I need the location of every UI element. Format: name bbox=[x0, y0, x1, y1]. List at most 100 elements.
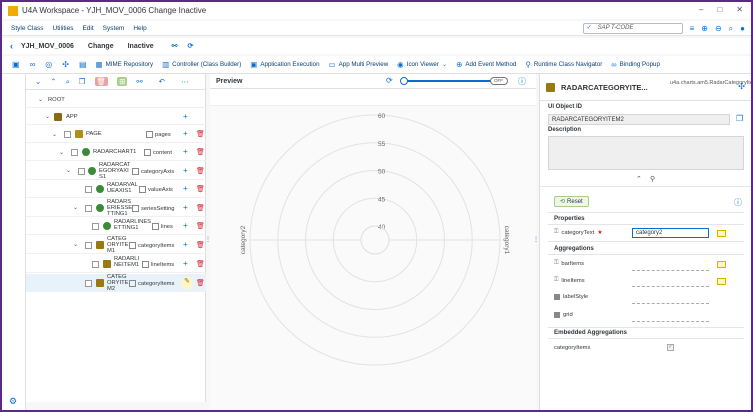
menu-edit[interactable]: Edit bbox=[82, 25, 93, 32]
save-icon[interactable]: ▤ bbox=[79, 60, 87, 69]
delete-selected-icon[interactable]: 🗑 bbox=[94, 77, 109, 86]
chevron-down-icon[interactable]: ⌄ bbox=[45, 113, 50, 120]
delete-icon[interactable]: 🗑 bbox=[196, 260, 205, 268]
pin-icon[interactable]: ✣ bbox=[738, 82, 745, 91]
tcode-input[interactable]: SAP T-CODE bbox=[582, 23, 683, 34]
menu-utilities[interactable]: Utilities bbox=[53, 25, 74, 32]
tree-checkbox[interactable] bbox=[64, 131, 71, 138]
delete-icon[interactable]: 🗑 bbox=[196, 185, 205, 193]
tree-row[interactable]: RADARLI NEITEM1 lineItems + 🗑 bbox=[26, 255, 206, 273]
zoom-slider-handle[interactable] bbox=[400, 77, 408, 85]
aggregation-value-line[interactable] bbox=[632, 270, 709, 271]
description-field[interactable] bbox=[548, 136, 744, 170]
add-child-icon[interactable]: + bbox=[183, 259, 188, 268]
user-icon[interactable]: ● bbox=[740, 24, 745, 33]
add-event-method-button[interactable]: ⊕ Add Event Method bbox=[456, 60, 516, 69]
tree-row[interactable]: RADARVAL UEAXIS1 valueAxis + 🗑 bbox=[26, 181, 206, 198]
binding-icon[interactable] bbox=[717, 230, 726, 237]
chevron-down-icon[interactable]: ⌄ bbox=[52, 131, 57, 138]
tree-row-selected[interactable]: CATEG ORYITE M2 categoryItems ✎ 🗑 bbox=[26, 274, 206, 292]
layout-icon[interactable]: ▣ bbox=[12, 60, 20, 69]
add-child-icon[interactable]: + bbox=[183, 112, 188, 121]
tree-checkbox[interactable] bbox=[78, 168, 85, 175]
search-icon[interactable]: ⌕ bbox=[729, 24, 733, 34]
menu-style-class[interactable]: Style Class bbox=[11, 25, 44, 32]
mime-repository-button[interactable]: ▦ MIME Repository bbox=[96, 60, 154, 69]
info-icon[interactable]: ⓘ bbox=[734, 197, 742, 208]
icon-viewer-button[interactable]: ◉ Icon Viewer ⌄ bbox=[397, 60, 447, 69]
tree-checkbox[interactable] bbox=[92, 261, 99, 268]
nav-menu-icon[interactable]: ≡ bbox=[690, 24, 695, 33]
back-button[interactable]: ‹ bbox=[10, 41, 13, 51]
reset-button[interactable]: ⟲ Reset bbox=[554, 196, 589, 207]
delete-icon[interactable]: 🗑 bbox=[196, 279, 205, 287]
help-icon[interactable]: ⓘ bbox=[518, 76, 526, 87]
delete-icon[interactable]: 🗑 bbox=[196, 167, 205, 175]
aggregation-value-line[interactable] bbox=[632, 321, 709, 322]
undo-icon[interactable]: ↶ bbox=[159, 77, 165, 86]
zoom-out-icon[interactable]: ⊖ bbox=[715, 24, 722, 33]
zoom-in-icon[interactable]: ⊕ bbox=[701, 24, 708, 33]
delete-icon[interactable]: 🗑 bbox=[196, 222, 205, 230]
tree-row[interactable]: ⌄ CATEG ORYITE M1 categoryItems + 🗑 bbox=[26, 236, 206, 254]
app-multi-preview-button[interactable]: ▭ App Multi Preview bbox=[329, 60, 389, 69]
runtime-class-navigator-button[interactable]: ⚲ Runtime Class Navigator bbox=[525, 60, 602, 69]
expand-all-icon[interactable]: ⌄ bbox=[35, 77, 41, 86]
chevron-down-icon[interactable]: ⌄ bbox=[73, 204, 78, 211]
minimize-button[interactable]: – bbox=[699, 5, 703, 14]
attach-icon[interactable]: ⚯ bbox=[136, 77, 142, 86]
aggregation-value-line[interactable] bbox=[632, 286, 709, 287]
menu-system[interactable]: System bbox=[103, 25, 125, 32]
delete-icon[interactable]: 🗑 bbox=[196, 241, 205, 249]
add-selected-icon[interactable]: ⊞ bbox=[117, 77, 128, 86]
add-child-icon[interactable]: + bbox=[183, 203, 188, 212]
category-text-input[interactable]: category2 bbox=[632, 228, 709, 238]
app-execution-button[interactable]: ▣ Application Execution bbox=[250, 60, 319, 69]
add-child-icon[interactable]: + bbox=[183, 147, 188, 156]
tree-checkbox[interactable] bbox=[92, 223, 99, 230]
ui-object-id-field[interactable]: RADARCATEGORYITEM2 bbox=[548, 114, 730, 125]
add-child-icon[interactable]: + bbox=[183, 221, 188, 230]
zoom-slider[interactable] bbox=[406, 80, 494, 82]
tree-row[interactable]: ⌄ APP + bbox=[26, 109, 206, 125]
link-icon[interactable]: ∞ bbox=[30, 60, 36, 69]
aggregation-value-line[interactable] bbox=[632, 303, 709, 304]
copy-id-icon[interactable]: ❐ bbox=[736, 114, 743, 123]
tree-checkbox[interactable] bbox=[85, 280, 92, 287]
tree-row[interactable]: ⌄ RADARS ERIESSE TTING1 seriesSetting + … bbox=[26, 199, 206, 217]
drag-cursor-icon[interactable]: ✎ bbox=[181, 277, 193, 289]
find-icon[interactable]: ⌕ bbox=[66, 77, 70, 87]
tree-checkbox[interactable] bbox=[85, 242, 92, 249]
add-child-icon[interactable]: + bbox=[183, 166, 188, 175]
collapse-icon[interactable]: ⌃ bbox=[636, 175, 642, 183]
binding-icon[interactable] bbox=[717, 278, 726, 285]
chevron-down-icon[interactable]: ⌄ bbox=[73, 241, 78, 248]
chevron-down-icon[interactable]: ⌄ bbox=[59, 149, 64, 156]
add-child-icon[interactable]: + bbox=[183, 240, 188, 249]
delete-icon[interactable]: 🗑 bbox=[196, 204, 205, 212]
refresh-icon[interactable]: ⟳ bbox=[386, 76, 393, 85]
maximize-button[interactable]: □ bbox=[717, 5, 722, 14]
chevron-down-icon[interactable]: ⌄ bbox=[66, 167, 71, 174]
tree-row[interactable]: ⌄ ROOT bbox=[26, 92, 206, 108]
tree-row[interactable]: RADARLINES ETTING1 lines + 🗑 bbox=[26, 218, 206, 235]
target-icon[interactable]: ◎ bbox=[45, 60, 52, 69]
collapse-all-icon[interactable]: ⌃ bbox=[50, 77, 56, 86]
delete-icon[interactable]: 🗑 bbox=[196, 148, 205, 156]
tree-row[interactable]: ⌄ RADARCHART1 content + 🗑 bbox=[26, 144, 206, 161]
refresh-icon[interactable]: ⟳ bbox=[188, 42, 194, 50]
add-child-icon[interactable]: + bbox=[183, 184, 188, 193]
close-button[interactable]: ✕ bbox=[736, 5, 743, 14]
tree-checkbox[interactable] bbox=[71, 149, 78, 156]
pin-panel-icon[interactable]: ⚲ bbox=[650, 175, 655, 183]
tree-row[interactable]: ⌄ RADARCAT EGORYAXI S1 categoryAxis + 🗑 bbox=[26, 162, 206, 180]
glasses-icon[interactable]: ⚯ bbox=[172, 42, 178, 50]
add-child-icon[interactable]: + bbox=[183, 129, 188, 138]
tree-checkbox[interactable] bbox=[85, 186, 92, 193]
splitter-handle[interactable]: ⋮ bbox=[533, 236, 539, 243]
embedded-checkbox[interactable]: ✓ bbox=[667, 344, 674, 351]
chevron-down-icon[interactable]: ⌄ bbox=[38, 96, 43, 103]
splitter-handle[interactable]: ⋮ bbox=[205, 236, 211, 243]
tree-checkbox[interactable] bbox=[85, 205, 92, 212]
settings-icon[interactable]: ⚙ bbox=[9, 396, 17, 407]
